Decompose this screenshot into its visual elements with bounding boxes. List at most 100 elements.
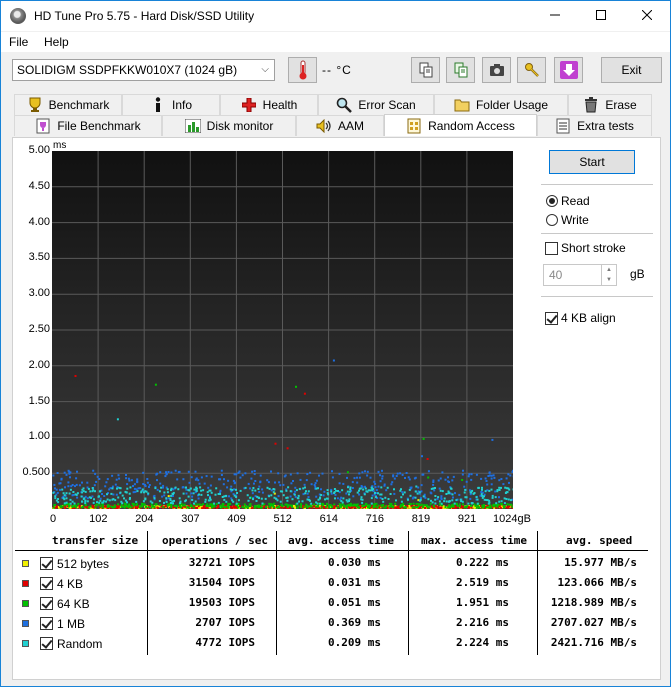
table-row: 512 bytes 32721 IOPS 0.030 ms 0.222 ms 1… [15, 553, 648, 573]
speaker-icon [316, 118, 332, 134]
data-point [348, 498, 351, 501]
data-point [270, 489, 273, 492]
tab-disk-monitor-label: Disk monitor [206, 119, 274, 133]
data-point [170, 502, 172, 504]
row-checkbox[interactable] [40, 597, 53, 610]
data-point [218, 478, 220, 481]
read-radio[interactable] [546, 195, 558, 207]
data-point [303, 483, 306, 486]
data-point [411, 506, 414, 509]
data-point [473, 507, 476, 509]
data-point [81, 500, 84, 503]
data-point [153, 497, 156, 500]
data-point [200, 504, 203, 507]
data-point [475, 496, 478, 499]
copy-info-button[interactable] [411, 57, 440, 83]
data-point [260, 506, 263, 509]
data-point [161, 495, 164, 498]
tab-erase[interactable]: Erase [568, 94, 652, 115]
copy-all-button[interactable] [446, 57, 475, 83]
data-point [310, 502, 313, 505]
data-point [429, 502, 432, 505]
data-point [111, 474, 114, 477]
data-point [186, 506, 189, 509]
data-point [227, 479, 230, 482]
row-checkbox[interactable] [40, 637, 53, 650]
maximize-button[interactable] [578, 1, 624, 31]
x-tick-label: 512 [273, 513, 292, 525]
menu-file[interactable]: File [9, 35, 28, 49]
data-point [375, 489, 378, 492]
close-button[interactable] [624, 1, 670, 31]
data-point [337, 490, 339, 492]
spin-buttons[interactable]: ▲ ▼ [601, 265, 616, 285]
data-point [500, 486, 502, 489]
temperature-button[interactable] [288, 57, 317, 83]
data-point [315, 505, 318, 508]
x-tick-label: 1024gB [493, 513, 531, 525]
data-point [303, 392, 306, 395]
data-point [289, 495, 292, 498]
start-button[interactable]: Start [549, 150, 635, 174]
data-point [298, 500, 301, 503]
data-point [213, 505, 216, 508]
data-point [69, 498, 72, 501]
data-point [210, 491, 213, 494]
write-radio[interactable] [546, 214, 558, 226]
tab-health[interactable]: Health [220, 94, 318, 115]
title-bar[interactable]: HD Tune Pro 5.75 - Hard Disk/SSD Utility [1, 1, 670, 31]
data-point [422, 495, 425, 498]
data-point [159, 504, 162, 507]
row-avg-access: 0.209 ms [328, 636, 381, 649]
short-stroke-size-input[interactable]: 40 ▲ ▼ [543, 264, 617, 286]
tab-info[interactable]: Info [122, 94, 220, 115]
screenshot-button[interactable] [482, 57, 511, 83]
align-4kb-checkbox[interactable] [545, 312, 558, 325]
row-checkbox[interactable] [40, 617, 53, 630]
row-checkbox[interactable] [40, 557, 53, 570]
tab-extra-tests[interactable]: Extra tests [537, 115, 652, 136]
data-point [374, 482, 377, 485]
data-point [400, 488, 402, 491]
options-button[interactable] [517, 57, 546, 83]
drive-select[interactable]: SOLIDIGM SSDPFKKW010X7 (1024 gB) ⌵ [12, 59, 275, 81]
menu-bar: File Help [1, 32, 670, 52]
tab-aam[interactable]: AAM [296, 115, 384, 136]
data-point [350, 502, 353, 505]
data-point [346, 471, 349, 474]
data-point [393, 488, 395, 491]
tab-folder-usage[interactable]: Folder Usage [434, 94, 568, 115]
data-point [249, 503, 252, 505]
data-point [187, 470, 190, 473]
tab-disk-monitor[interactable]: Disk monitor [162, 115, 296, 136]
data-point [279, 500, 282, 503]
data-point [476, 498, 479, 501]
data-point [332, 359, 335, 362]
data-point [225, 494, 227, 497]
minimize-button[interactable] [532, 1, 578, 31]
tab-random-access[interactable]: Random Access [384, 114, 537, 136]
data-point [395, 499, 397, 502]
data-point [230, 485, 233, 488]
data-point [140, 491, 143, 494]
exit-button[interactable]: Exit [601, 57, 662, 83]
tab-benchmark[interactable]: Benchmark [14, 94, 122, 115]
data-point [59, 506, 62, 509]
x-tick-label: 307 [181, 513, 200, 525]
data-point [129, 497, 131, 499]
short-stroke-checkbox[interactable] [545, 242, 558, 255]
tab-file-benchmark[interactable]: File Benchmark [14, 115, 162, 136]
data-point [306, 492, 309, 495]
data-point [415, 506, 418, 509]
data-point [348, 504, 351, 507]
data-point [195, 489, 198, 492]
data-point [310, 483, 313, 486]
row-checkbox[interactable] [40, 577, 53, 590]
data-point [345, 492, 348, 495]
tab-error-scan[interactable]: Error Scan [318, 94, 434, 115]
data-point [510, 503, 513, 506]
save-button[interactable] [554, 57, 583, 83]
menu-help[interactable]: Help [44, 35, 69, 49]
data-point [448, 481, 450, 483]
data-point [267, 481, 270, 484]
